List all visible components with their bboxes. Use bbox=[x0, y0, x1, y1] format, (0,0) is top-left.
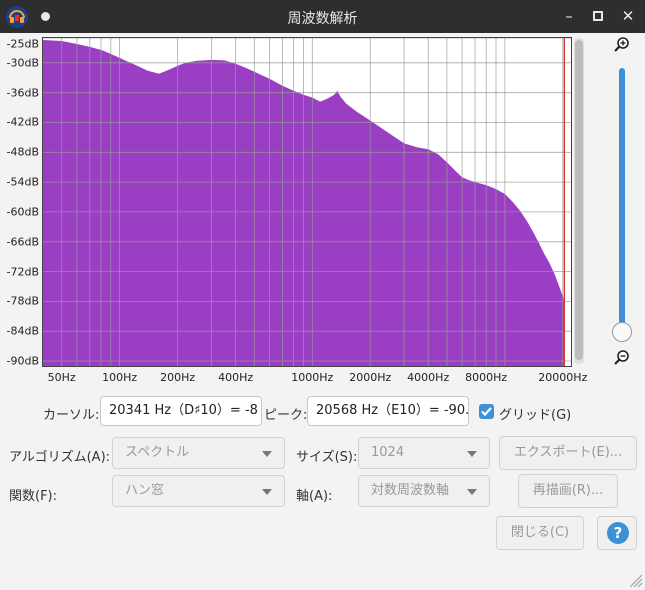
cursor-label: カーソル: bbox=[43, 408, 100, 423]
y-tick-label: -25dB bbox=[6, 37, 40, 51]
close-button[interactable]: 閉じる(C) bbox=[496, 516, 584, 550]
zoom-slider-track[interactable] bbox=[619, 68, 625, 328]
resize-grip-icon[interactable] bbox=[627, 572, 643, 588]
size-select[interactable]: 1024 bbox=[358, 437, 490, 469]
x-tick-label: 400Hz bbox=[218, 371, 254, 384]
help-button[interactable]: ? bbox=[597, 516, 637, 550]
x-tick-label: 200Hz bbox=[160, 371, 196, 384]
y-tick-label: -90dB bbox=[6, 354, 40, 368]
close-window-button[interactable]: ✕ bbox=[617, 6, 639, 26]
maximize-icon bbox=[593, 11, 603, 21]
help-icon: ? bbox=[607, 522, 629, 544]
scrollbar-thumb[interactable] bbox=[575, 40, 583, 360]
spectrum-chart bbox=[43, 38, 571, 366]
maximize-button[interactable] bbox=[587, 6, 609, 26]
chevron-down-icon bbox=[467, 451, 477, 457]
zoom-slider-handle[interactable] bbox=[612, 322, 632, 342]
grid-label[interactable]: グリッド(G) bbox=[499, 404, 571, 423]
function-select-value: ハン窓 bbox=[125, 483, 165, 498]
y-tick-label: -60dB bbox=[6, 205, 40, 219]
y-tick-label: -54dB bbox=[6, 175, 40, 189]
window-title: 周波数解析 bbox=[287, 11, 358, 27]
axis-select-value: 対数周波数軸 bbox=[371, 483, 450, 498]
zoom-out-icon[interactable] bbox=[614, 350, 630, 366]
cursor-value-field[interactable]: 20341 Hz（D♯10）= -8 bbox=[100, 396, 262, 426]
y-tick-label: -72dB bbox=[6, 265, 40, 279]
chevron-down-icon bbox=[467, 489, 477, 495]
grid-checkbox[interactable] bbox=[479, 404, 494, 419]
y-tick-label: -84dB bbox=[6, 324, 40, 338]
peak-label: ピーク: bbox=[264, 408, 308, 423]
y-tick-label: -48dB bbox=[6, 145, 40, 159]
redraw-button[interactable]: 再描画(R)... bbox=[518, 474, 618, 508]
spectrum-plot[interactable] bbox=[42, 37, 572, 367]
peak-value-field[interactable]: 20568 Hz（E10）= -90. bbox=[307, 396, 469, 426]
plot-vertical-scrollbar[interactable] bbox=[574, 38, 584, 364]
function-label: 関数(F): bbox=[9, 489, 58, 504]
x-tick-label: 50Hz bbox=[47, 371, 76, 384]
algorithm-label: アルゴリズム(A): bbox=[9, 450, 111, 465]
y-tick-label: -42dB bbox=[6, 115, 40, 129]
zoom-in-icon[interactable] bbox=[614, 37, 630, 53]
axis-select[interactable]: 対数周波数軸 bbox=[358, 475, 490, 507]
x-tick-label: 4000Hz bbox=[407, 371, 450, 384]
size-select-value: 1024 bbox=[371, 445, 405, 460]
x-tick-label: 1000Hz bbox=[291, 371, 334, 384]
axis-label: 軸(A): bbox=[296, 489, 333, 504]
algorithm-select[interactable]: スペクトル bbox=[112, 437, 285, 469]
y-tick-label: -36dB bbox=[6, 86, 40, 100]
export-button[interactable]: エクスポート(E)... bbox=[499, 436, 637, 470]
title-bar: 周波数解析 – ✕ bbox=[0, 0, 645, 33]
x-tick-label: 8000Hz bbox=[465, 371, 508, 384]
chevron-down-icon bbox=[262, 489, 272, 495]
checkmark-icon bbox=[481, 407, 492, 417]
x-tick-label: 100Hz bbox=[102, 371, 138, 384]
size-label: サイズ(S): bbox=[296, 450, 358, 465]
x-tick-label: 20000Hz bbox=[538, 371, 588, 384]
function-select[interactable]: ハン窓 bbox=[112, 475, 285, 507]
algorithm-select-value: スペクトル bbox=[125, 445, 190, 460]
minimize-button[interactable]: – bbox=[558, 6, 580, 26]
chevron-down-icon bbox=[262, 451, 272, 457]
y-tick-label: -78dB bbox=[6, 294, 40, 308]
y-tick-label: -30dB bbox=[6, 56, 40, 70]
y-tick-label: -66dB bbox=[6, 235, 40, 249]
x-tick-label: 2000Hz bbox=[349, 371, 392, 384]
